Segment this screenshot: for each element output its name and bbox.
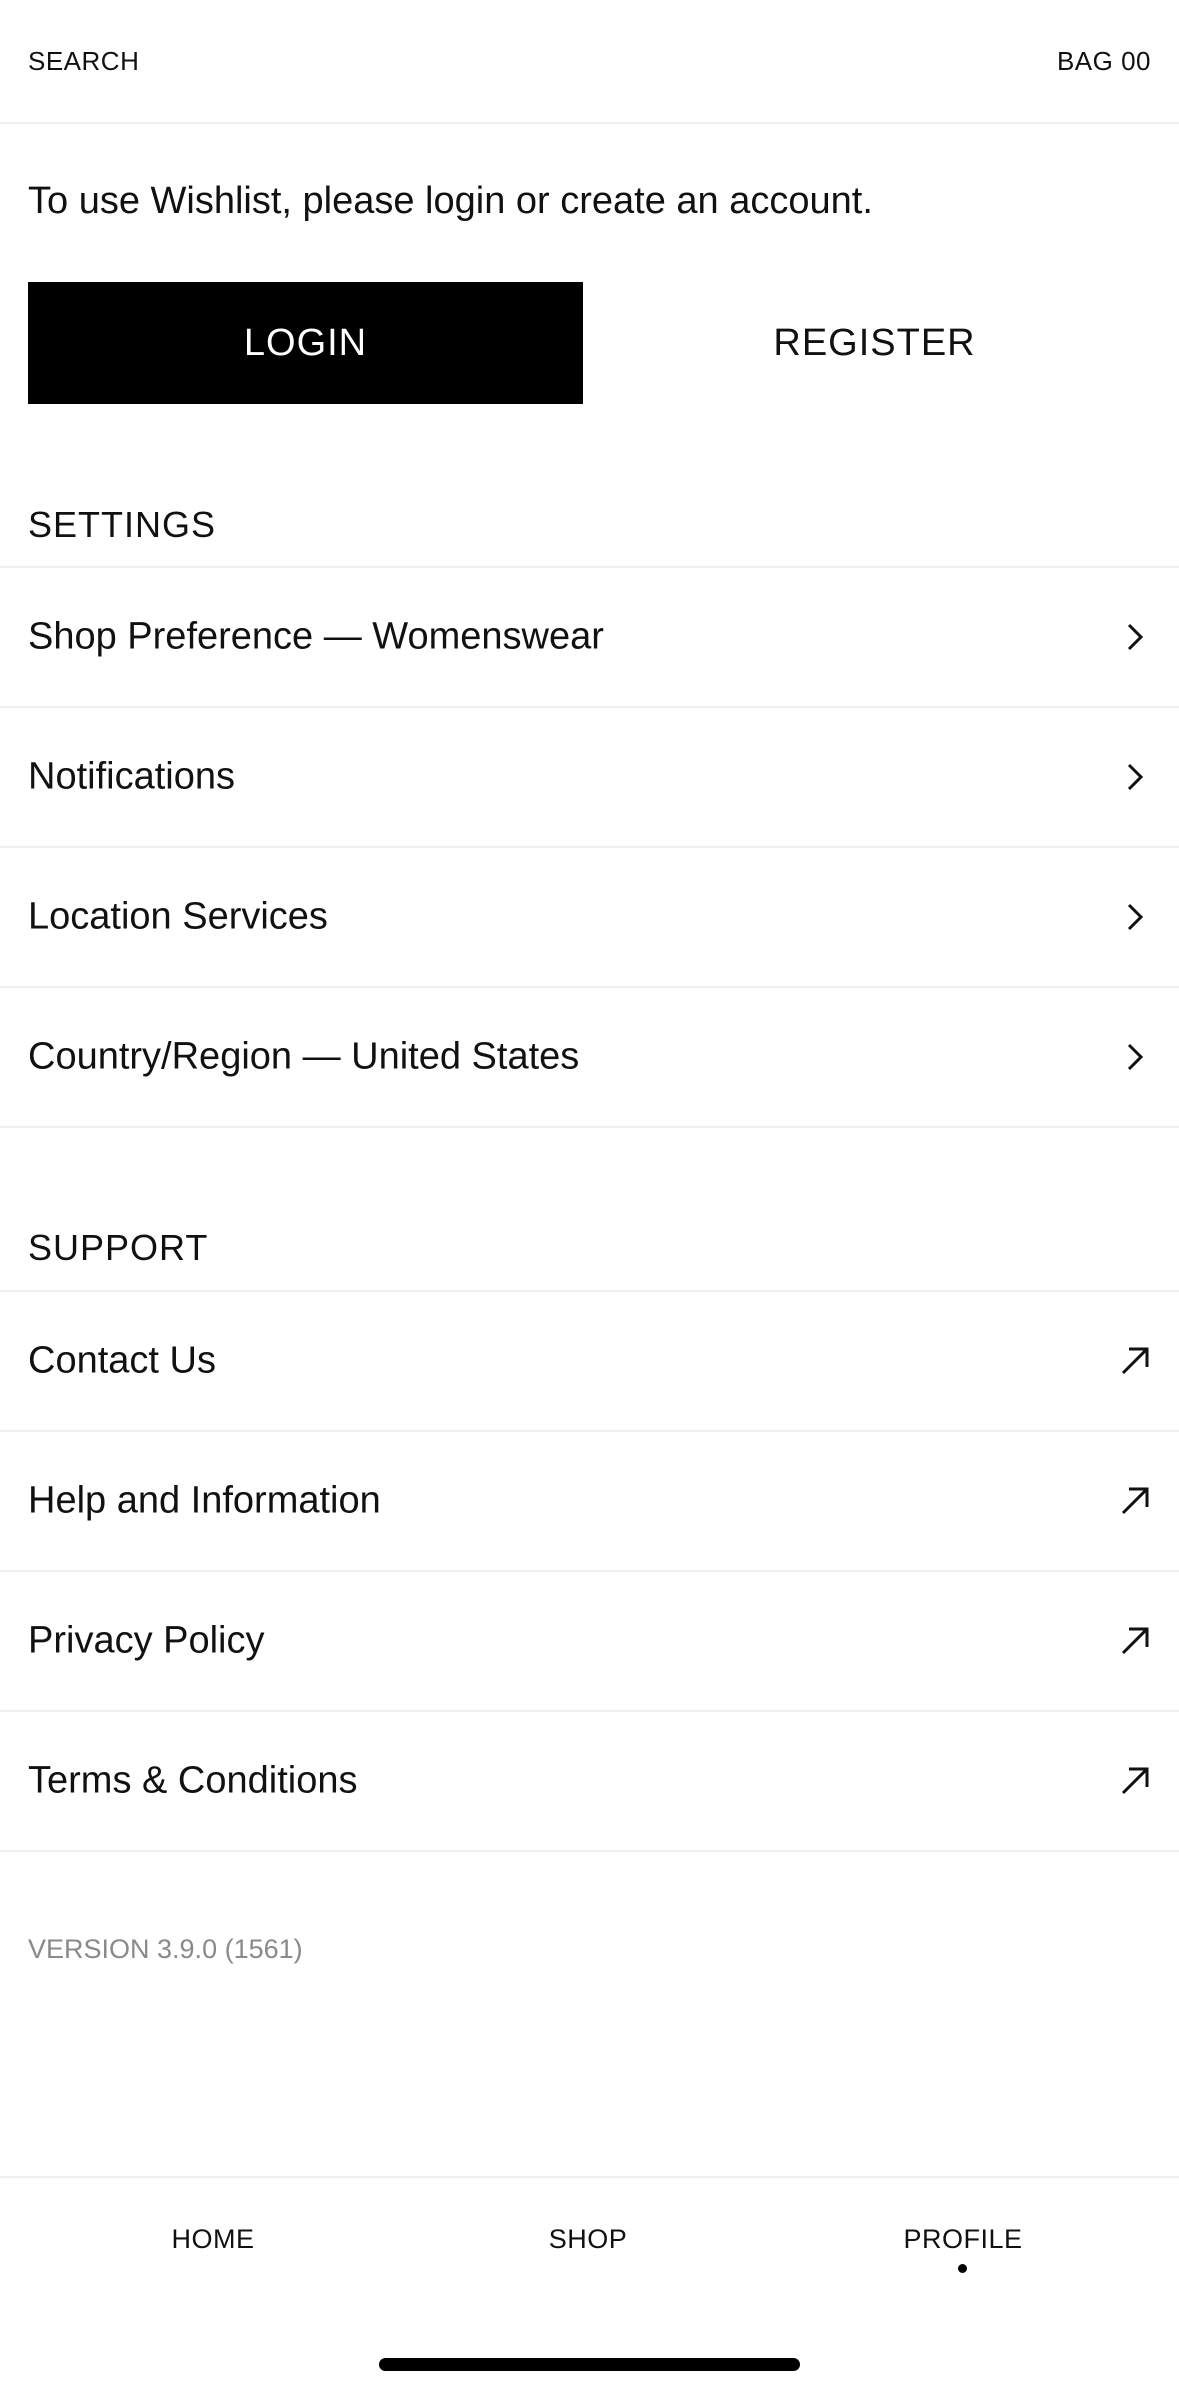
top-bar: SEARCH BAG 00 xyxy=(0,0,1179,124)
support-item-privacy-policy[interactable]: Privacy Policy xyxy=(0,1572,1179,1712)
settings-item-notifications[interactable]: Notifications xyxy=(0,708,1179,848)
wishlist-login-prompt: To use Wishlist, please login or create … xyxy=(28,180,873,222)
settings-item-shop-preference[interactable]: Shop Preference — Womenswear xyxy=(0,568,1179,708)
list-item-label: Help and Information xyxy=(28,1479,381,1522)
tab-shop[interactable]: SHOP xyxy=(549,2224,628,2255)
chevron-right-icon xyxy=(1117,899,1153,935)
settings-item-country-region[interactable]: Country/Region — United States xyxy=(0,988,1179,1128)
list-item-label: Location Services xyxy=(28,895,328,938)
profile-screen: SEARCH BAG 00 To use Wishlist, please lo… xyxy=(0,0,1179,2396)
support-item-contact-us[interactable]: Contact Us xyxy=(0,1292,1179,1432)
tab-profile[interactable]: PROFILE xyxy=(903,2224,1022,2255)
settings-heading: SETTINGS xyxy=(28,504,217,545)
app-version: VERSION 3.9.0 (1561) xyxy=(28,1934,303,1964)
list-item-label: Shop Preference — Womenswear xyxy=(28,615,604,658)
external-arrow-icon xyxy=(1117,1623,1153,1659)
support-list: Contact Us Help and Information Privacy … xyxy=(0,1290,1179,1852)
list-item-label: Terms & Conditions xyxy=(28,1759,358,1802)
tab-home[interactable]: HOME xyxy=(172,2224,255,2255)
support-heading: SUPPORT xyxy=(28,1227,209,1268)
bag-link[interactable]: BAG 00 xyxy=(1057,46,1151,77)
external-arrow-icon xyxy=(1117,1343,1153,1379)
home-indicator[interactable] xyxy=(379,2358,800,2371)
external-arrow-icon xyxy=(1117,1483,1153,1519)
list-item-label: Notifications xyxy=(28,755,235,798)
external-arrow-icon xyxy=(1117,1763,1153,1799)
settings-list: Shop Preference — Womenswear Notificatio… xyxy=(0,566,1179,1128)
list-item-label: Privacy Policy xyxy=(28,1619,265,1662)
support-item-help[interactable]: Help and Information xyxy=(0,1432,1179,1572)
chevron-right-icon xyxy=(1117,619,1153,655)
register-button[interactable]: REGISTER xyxy=(597,282,1152,404)
active-tab-indicator xyxy=(958,2264,967,2273)
chevron-right-icon xyxy=(1117,759,1153,795)
settings-item-location-services[interactable]: Location Services xyxy=(0,848,1179,988)
login-button[interactable]: LOGIN xyxy=(28,282,583,404)
chevron-right-icon xyxy=(1117,1039,1153,1075)
list-item-label: Country/Region — United States xyxy=(28,1035,580,1078)
search-link[interactable]: SEARCH xyxy=(28,46,139,77)
support-item-terms[interactable]: Terms & Conditions xyxy=(0,1712,1179,1852)
list-item-label: Contact Us xyxy=(28,1339,216,1382)
